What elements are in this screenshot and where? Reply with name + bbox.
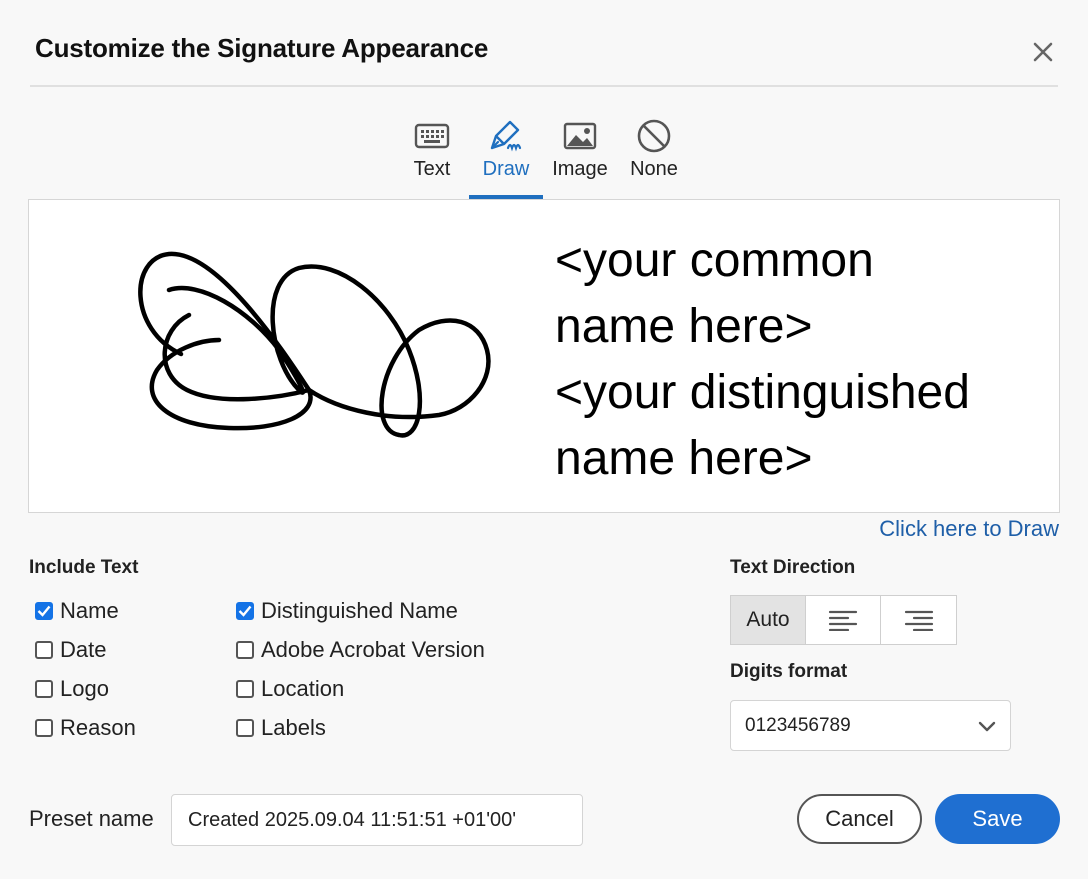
- none-icon: [637, 119, 671, 153]
- text-direction-label: Text Direction: [730, 557, 856, 578]
- close-button[interactable]: [1027, 36, 1059, 68]
- signature-text: <your common name here> <your distinguis…: [555, 228, 970, 492]
- checkbox-label: Adobe Acrobat Version: [261, 637, 485, 662]
- checkbox-name[interactable]: Name: [35, 598, 119, 624]
- checkbox-label: Distinguished Name: [261, 598, 458, 623]
- close-icon: [1033, 42, 1053, 62]
- align-left-icon: [828, 610, 858, 631]
- checkbox-box[interactable]: [236, 602, 254, 620]
- image-icon: [563, 122, 597, 150]
- checkbox-label: Reason: [60, 715, 136, 740]
- direction-auto-button[interactable]: Auto: [731, 596, 806, 644]
- preview-line: name here>: [555, 300, 813, 353]
- digits-format-value: 0123456789: [745, 714, 851, 736]
- direction-auto-label: Auto: [746, 608, 790, 631]
- checkbox-box[interactable]: [35, 680, 53, 698]
- tab-label: Image: [552, 158, 608, 180]
- checkbox-label: Logo: [60, 676, 109, 701]
- save-button[interactable]: Save: [935, 794, 1060, 844]
- checkbox-box[interactable]: [236, 680, 254, 698]
- header-divider: [30, 85, 1058, 87]
- checkbox-location[interactable]: Location: [236, 676, 344, 702]
- align-right-icon: [904, 610, 933, 631]
- digits-format-label: Digits format: [730, 661, 848, 682]
- checkbox-labels[interactable]: Labels: [236, 715, 326, 741]
- pen-icon: [490, 120, 522, 152]
- preset-name-label: Preset name: [29, 806, 154, 831]
- checkbox-box[interactable]: [35, 719, 53, 737]
- signature-type-tabs: Text Draw Image None: [395, 112, 691, 199]
- tab-image[interactable]: Image: [543, 112, 617, 199]
- keyboard-icon: [414, 123, 450, 149]
- tab-label: None: [630, 158, 678, 180]
- dialog-title: Customize the Signature Appearance: [35, 33, 489, 63]
- preview-line: <your distinguished: [555, 366, 970, 419]
- checkbox-reason[interactable]: Reason: [35, 715, 136, 741]
- tab-draw[interactable]: Draw: [469, 112, 543, 199]
- checkbox-box[interactable]: [236, 641, 254, 659]
- preview-line: name here>: [555, 432, 813, 485]
- checkmark-icon: [238, 605, 252, 617]
- cancel-button[interactable]: Cancel: [797, 794, 922, 844]
- chevron-down-icon: [978, 721, 996, 731]
- text-direction-group: Auto: [730, 595, 957, 645]
- checkbox-label: Date: [60, 637, 107, 662]
- checkbox-box[interactable]: [236, 719, 254, 737]
- preview-line: <your common: [555, 234, 874, 287]
- preset-name-input[interactable]: [171, 794, 583, 846]
- tab-text[interactable]: Text: [395, 112, 469, 199]
- tab-label: Text: [413, 158, 451, 180]
- signature-preview: <your common name here> <your distinguis…: [28, 199, 1060, 513]
- drawn-signature-image: [138, 251, 491, 438]
- checkbox-date[interactable]: Date: [35, 637, 106, 663]
- direction-ltr-button[interactable]: [806, 596, 881, 644]
- digits-format-select[interactable]: 0123456789: [730, 700, 1011, 751]
- checkmark-icon: [37, 605, 51, 617]
- checkbox-box[interactable]: [35, 641, 53, 659]
- checkbox-distinguished-name[interactable]: Distinguished Name: [236, 598, 458, 624]
- checkbox-box[interactable]: [35, 602, 53, 620]
- checkbox-label: Labels: [261, 715, 326, 740]
- checkbox-acrobat-version[interactable]: Adobe Acrobat Version: [236, 637, 485, 663]
- checkbox-label: Name: [60, 598, 119, 623]
- click-to-draw-link[interactable]: Click here to Draw: [879, 516, 1059, 542]
- checkbox-label: Location: [261, 676, 345, 701]
- tab-label: Draw: [482, 158, 530, 180]
- tab-none[interactable]: None: [617, 112, 691, 199]
- include-text-label: Include Text: [29, 557, 139, 578]
- direction-rtl-button[interactable]: [881, 596, 956, 644]
- checkbox-logo[interactable]: Logo: [35, 676, 109, 702]
